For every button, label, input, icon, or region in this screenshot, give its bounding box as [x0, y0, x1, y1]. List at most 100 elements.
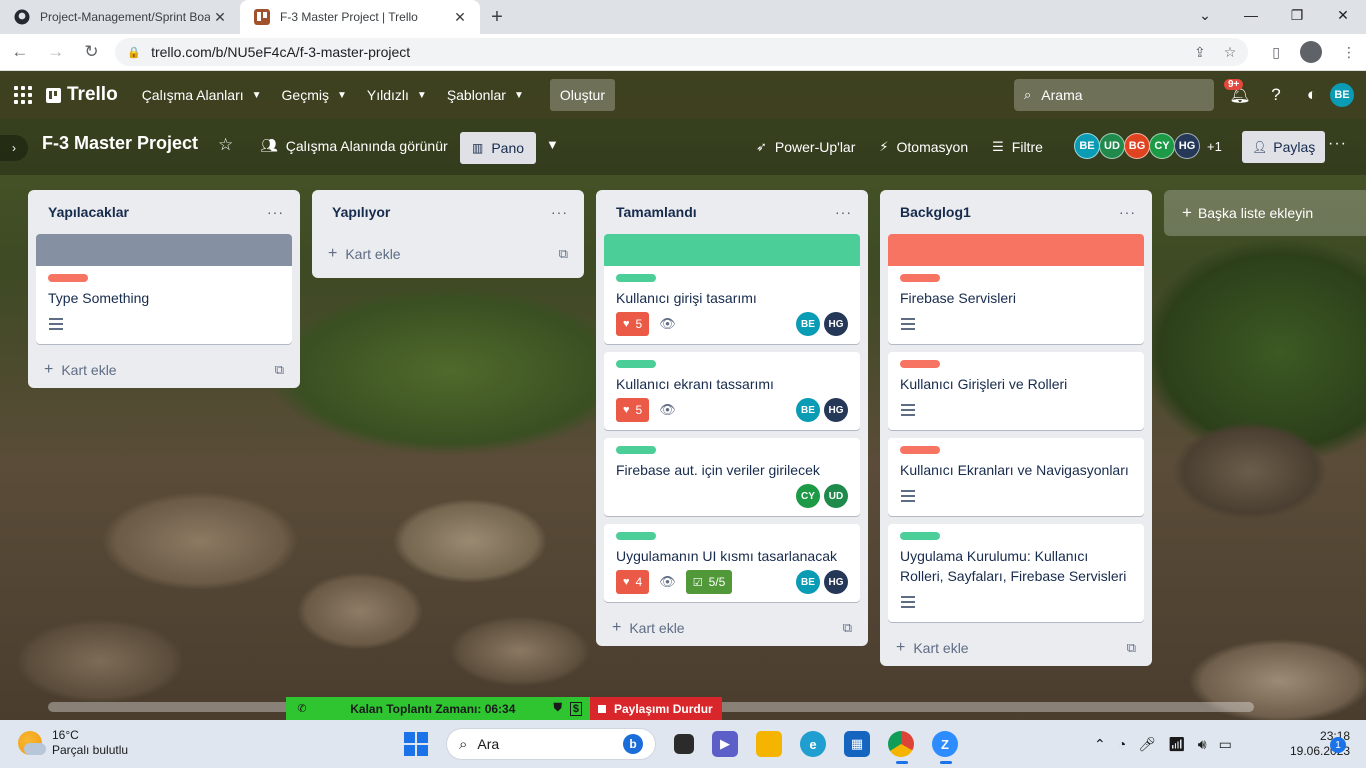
- share-page-icon[interactable]: ⇪: [1194, 44, 1206, 61]
- card-template-icon[interactable]: ⧉: [275, 362, 284, 378]
- user-avatar[interactable]: BE: [1330, 83, 1354, 107]
- card-member-avatar[interactable]: UD: [824, 484, 848, 508]
- notification-count-badge[interactable]: 1: [1330, 737, 1346, 753]
- reload-button[interactable]: ↻: [76, 36, 108, 68]
- microphone-icon[interactable]: 🎤︎: [1138, 736, 1156, 753]
- task-view-icon[interactable]: [674, 734, 694, 754]
- weather-widget[interactable]: 16°C Parçalı bulutlu: [18, 728, 128, 758]
- card[interactable]: Kullanıcı Girişleri ve Rolleri: [888, 352, 1144, 430]
- card-template-icon[interactable]: ⧉: [559, 246, 568, 262]
- trello-logo[interactable]: Trello: [46, 84, 118, 106]
- browser-tab-github[interactable]: Project-Management/Sprint Boa ✕: [0, 0, 240, 34]
- member-avatar[interactable]: BE: [1074, 133, 1100, 159]
- maximize-button[interactable]: ❐: [1274, 0, 1320, 30]
- back-button[interactable]: ←: [4, 36, 36, 68]
- card[interactable]: Firebase aut. için veriler girilecek CY …: [604, 438, 860, 516]
- member-avatar[interactable]: CY: [1149, 133, 1175, 159]
- bing-icon[interactable]: b: [623, 734, 643, 754]
- app-switcher-icon[interactable]: [14, 86, 32, 104]
- add-card-button[interactable]: + Kart ekle ⧉: [604, 610, 860, 646]
- wifi-icon[interactable]: 📶︎: [1168, 736, 1186, 753]
- card[interactable]: Uygulama Kurulumu: Kullanıcı Rolleri, Sa…: [888, 524, 1144, 622]
- taskbar-search[interactable]: ⌕ Ara b: [446, 728, 656, 760]
- list-menu-icon[interactable]: ···: [267, 204, 284, 220]
- edge-browser-icon[interactable]: e: [800, 731, 826, 757]
- card-member-avatar[interactable]: HG: [824, 312, 848, 336]
- chrome-icon[interactable]: [888, 731, 914, 764]
- list-title[interactable]: Yapılacaklar: [48, 204, 267, 220]
- member-avatar[interactable]: BG: [1124, 133, 1150, 159]
- forward-button[interactable]: →: [40, 36, 72, 68]
- filter-button[interactable]: ☰ Filtre: [980, 139, 1055, 155]
- menu-starred[interactable]: Yıldızlı ▼: [357, 79, 437, 111]
- member-avatar[interactable]: HG: [1174, 133, 1200, 159]
- card[interactable]: Kullanıcı ekranı tassarımı ♥︎ 5 👁︎ BE HG: [604, 352, 860, 430]
- meet-camera-icon[interactable]: ▶: [712, 731, 738, 757]
- board-menu-icon[interactable]: ···: [1328, 135, 1347, 153]
- list-menu-icon[interactable]: ···: [551, 204, 568, 220]
- browser-tab-trello[interactable]: F-3 Master Project | Trello ✕: [240, 0, 480, 34]
- create-button[interactable]: Oluştur: [549, 79, 615, 111]
- minimize-button[interactable]: —: [1228, 0, 1274, 30]
- more-members-count[interactable]: +1: [1207, 139, 1222, 154]
- menu-recent[interactable]: Geçmiş ▼: [272, 79, 357, 111]
- close-window-button[interactable]: ✕: [1320, 0, 1366, 30]
- card-member-avatar[interactable]: BE: [796, 312, 820, 336]
- list-title[interactable]: Backglog1: [900, 204, 1119, 220]
- chevron-down-icon[interactable]: ▼: [546, 137, 559, 152]
- theme-toggle-icon[interactable]: ◐: [1294, 85, 1330, 105]
- close-tab-icon[interactable]: ✕: [210, 9, 230, 26]
- battery-icon[interactable]: ▭: [1219, 736, 1232, 753]
- side-panel-icon[interactable]: ▯: [1272, 44, 1280, 61]
- stop-sharing-button[interactable]: Paylaşımı Durdur: [590, 697, 722, 720]
- card[interactable]: Uygulamanın UI kısmı tasarlanacak ♥︎ 4 👁︎…: [604, 524, 860, 602]
- url-field[interactable]: 🔒 trello.com/b/NU5eF4cA/f-3-master-proje…: [115, 38, 1249, 66]
- card-member-avatar[interactable]: CY: [796, 484, 820, 508]
- card-member-avatar[interactable]: BE: [796, 398, 820, 422]
- card[interactable]: Kullanıcı Ekranları ve Navigasyonları: [888, 438, 1144, 516]
- card[interactable]: Type Something: [36, 234, 292, 344]
- card[interactable]: Kullanıcı girişi tasarımı ♥︎ 5 👁︎ BE HG: [604, 234, 860, 344]
- card-member-avatar[interactable]: HG: [824, 570, 848, 594]
- help-icon[interactable]: ?: [1258, 85, 1294, 105]
- card-template-icon[interactable]: ⧉: [1127, 640, 1136, 656]
- zoom-icon[interactable]: Z: [932, 731, 958, 764]
- close-tab-icon[interactable]: ✕: [450, 9, 470, 26]
- notifications-bell-icon[interactable]: 🔔︎ 9+: [1222, 79, 1258, 105]
- sidebar-expand-icon[interactable]: ›: [0, 135, 28, 161]
- add-card-button[interactable]: + Kart ekle ⧉: [320, 234, 576, 274]
- card[interactable]: Firebase Servisleri: [888, 234, 1144, 344]
- file-explorer-icon[interactable]: [756, 731, 782, 757]
- list-menu-icon[interactable]: ···: [1119, 204, 1136, 220]
- add-card-button[interactable]: + Kart ekle ⧉: [888, 630, 1144, 666]
- card-template-icon[interactable]: ⧉: [843, 620, 852, 636]
- menu-workspaces[interactable]: Çalışma Alanları ▼: [132, 79, 272, 111]
- powerups-button[interactable]: ➶ Power-Up'lar: [744, 139, 867, 155]
- tray-overflow-icon[interactable]: ⌃: [1094, 736, 1106, 753]
- store-icon[interactable]: ▦: [844, 731, 870, 757]
- bookmark-star-icon[interactable]: ☆: [1224, 44, 1237, 61]
- share-button[interactable]: 👤︎ Paylaş: [1242, 131, 1326, 163]
- add-list-button[interactable]: + Başka liste ekleyin: [1164, 190, 1366, 236]
- volume-icon[interactable]: 🔊︎: [1198, 736, 1207, 753]
- list-title[interactable]: Yapılıyor: [332, 204, 551, 220]
- board-title[interactable]: F-3 Master Project: [42, 133, 198, 154]
- list-menu-icon[interactable]: ···: [835, 204, 852, 220]
- tab-search-icon[interactable]: ⌄: [1182, 0, 1228, 30]
- meet-status-icon[interactable]: ◔: [1118, 736, 1126, 752]
- card-member-avatar[interactable]: BE: [796, 570, 820, 594]
- windows-start-icon[interactable]: [404, 732, 428, 756]
- menu-templates[interactable]: Şablonlar ▼: [437, 79, 534, 111]
- list-title[interactable]: Tamamlandı: [616, 204, 835, 220]
- board-view-button[interactable]: ▥ Pano: [460, 132, 537, 164]
- member-avatar[interactable]: UD: [1099, 133, 1125, 159]
- add-card-button[interactable]: + Kart ekle ⧉: [36, 352, 292, 388]
- automation-button[interactable]: ⚡︎ Otomasyon: [867, 139, 980, 155]
- browser-menu-icon[interactable]: ⋮: [1342, 44, 1356, 61]
- visibility-button[interactable]: 👥︎ Çalışma Alanında görünür: [260, 137, 448, 154]
- star-board-icon[interactable]: ☆: [218, 135, 233, 155]
- profile-avatar[interactable]: B: [1300, 41, 1322, 63]
- search-input[interactable]: ⌕ Arama: [1014, 79, 1214, 111]
- card-member-avatar[interactable]: HG: [824, 398, 848, 422]
- new-tab-button[interactable]: +: [480, 0, 514, 34]
